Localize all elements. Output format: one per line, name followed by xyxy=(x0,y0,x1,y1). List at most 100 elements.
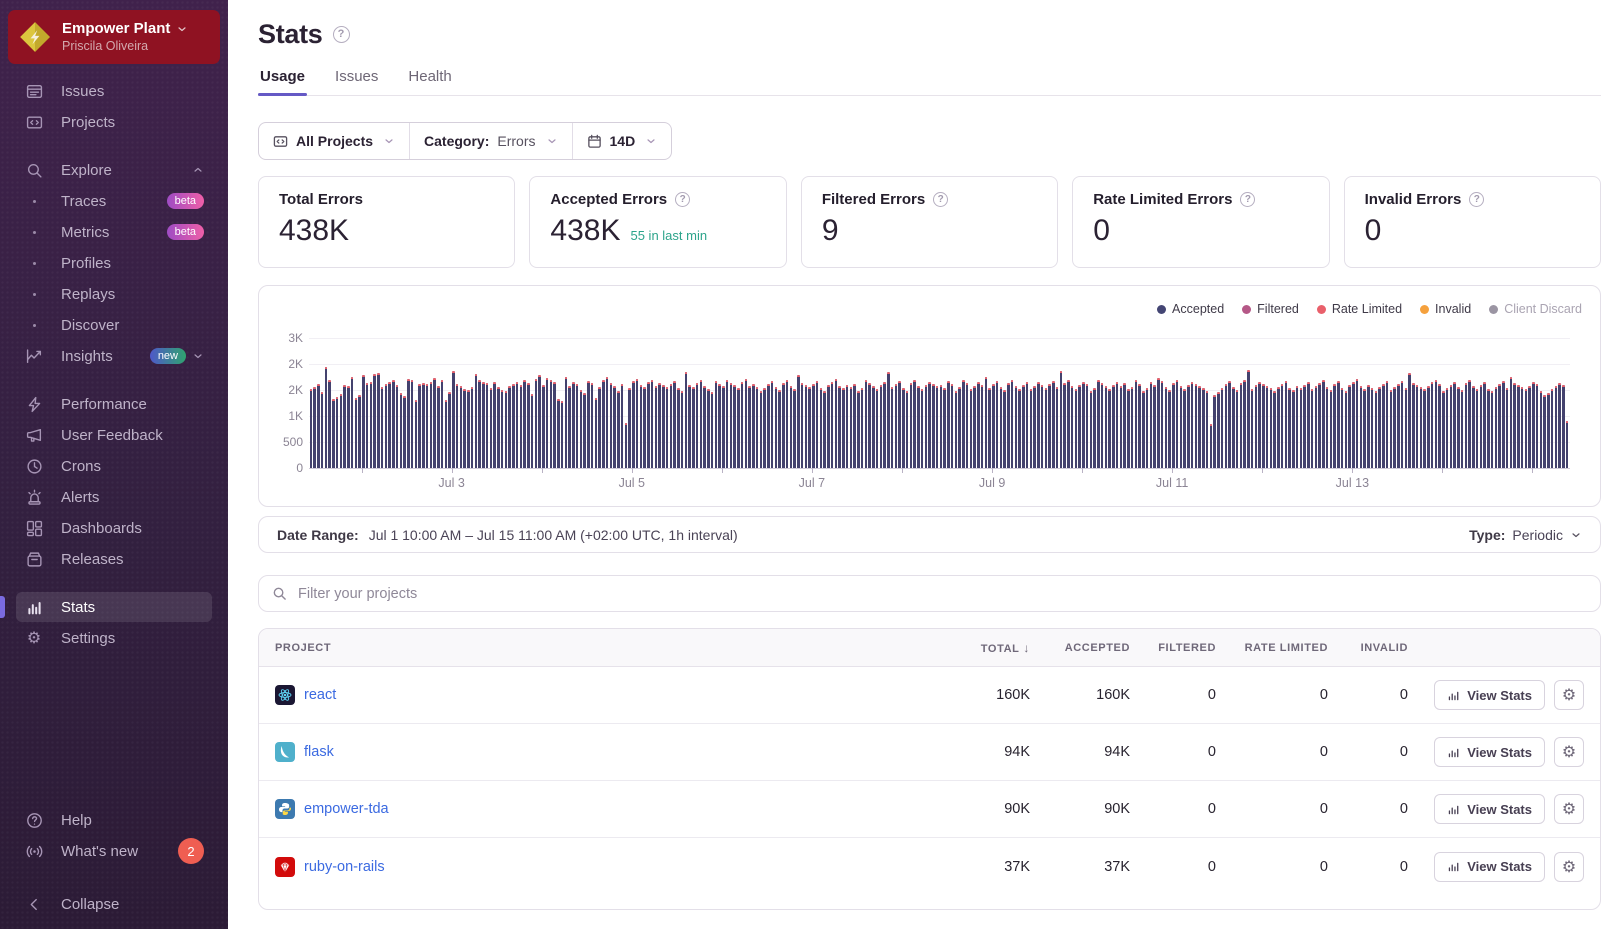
tab-issues[interactable]: Issues xyxy=(333,68,380,95)
chart-bar xyxy=(576,384,578,468)
project-link[interactable]: empower-tda xyxy=(304,801,389,817)
rate-limited-cap xyxy=(925,385,927,387)
sidebar-item-traces[interactable]: Tracesbeta xyxy=(16,186,212,216)
view-stats-button[interactable]: View Stats xyxy=(1434,737,1545,767)
rate-limited-cap xyxy=(715,381,717,383)
sidebar-item-explore[interactable]: Explore xyxy=(16,155,212,185)
rate-limited-cap xyxy=(1502,381,1504,383)
project-selector[interactable]: All Projects xyxy=(259,123,409,159)
rate-limited-cap xyxy=(985,377,987,379)
chart-bar xyxy=(332,399,334,468)
insights-icon xyxy=(24,346,44,366)
help-icon[interactable]: ? xyxy=(1469,192,1484,207)
rate-limited-cap xyxy=(486,383,488,385)
sidebar-item-releases[interactable]: Releases xyxy=(16,544,212,574)
sidebar-item-replays[interactable]: Replays xyxy=(16,279,212,309)
sidebar-item-user-feedback[interactable]: User Feedback xyxy=(16,420,212,450)
date-range-value: 14D xyxy=(610,133,636,149)
x-tick xyxy=(1532,468,1533,473)
sidebar-item-help[interactable]: Help xyxy=(16,805,212,835)
chart-bar xyxy=(557,399,559,468)
sidebar-item-insights[interactable]: Insightsnew xyxy=(16,341,212,371)
chart-bar xyxy=(786,380,788,468)
project-settings-button[interactable]: ⚙ xyxy=(1554,680,1584,710)
chart-bar xyxy=(640,385,642,468)
project-settings-button[interactable]: ⚙ xyxy=(1554,852,1584,882)
column-header-total[interactable]: TOTAL ↓ xyxy=(938,641,1030,655)
help-icon[interactable]: ? xyxy=(933,192,948,207)
tab-health[interactable]: Health xyxy=(406,68,453,95)
sidebar-item-projects[interactable]: Projects xyxy=(16,107,212,137)
type-selector[interactable]: Type: Periodic xyxy=(1469,527,1582,543)
column-header-filtered[interactable]: FILTERED xyxy=(1130,642,1216,654)
sidebar-item-stats[interactable]: Stats xyxy=(16,592,212,622)
legend-item-invalid[interactable]: Invalid xyxy=(1420,302,1471,316)
help-icon[interactable]: ? xyxy=(1240,192,1255,207)
project-settings-button[interactable]: ⚙ xyxy=(1554,794,1584,824)
chart-bar xyxy=(1528,386,1530,468)
rate-limited-cap xyxy=(1442,391,1444,393)
rate-limited-cap xyxy=(1330,390,1332,392)
project-link[interactable]: react xyxy=(304,687,336,703)
sidebar-item-profiles[interactable]: Profiles xyxy=(16,248,212,278)
rate-limited-cap xyxy=(602,380,604,382)
sidebar-item-metrics[interactable]: Metricsbeta xyxy=(16,217,212,247)
help-icon[interactable]: ? xyxy=(675,192,690,207)
sidebar-item-discover[interactable]: Discover xyxy=(16,310,212,340)
column-header-accepted[interactable]: ACCEPTED xyxy=(1030,642,1130,654)
project-link[interactable]: flask xyxy=(304,744,334,760)
card-title: Filtered Errors xyxy=(822,191,925,208)
column-header-invalid[interactable]: INVALID xyxy=(1328,642,1408,654)
rate-limited-cap xyxy=(1540,391,1542,393)
tab-usage[interactable]: Usage xyxy=(258,68,307,95)
card-title: Rate Limited Errors xyxy=(1093,191,1232,208)
chart-bar xyxy=(396,385,398,468)
sidebar-item-label: Help xyxy=(61,812,92,829)
page-title: Stats xyxy=(258,19,323,50)
chart-bar xyxy=(763,388,765,468)
collapse-button[interactable]: Collapse xyxy=(16,889,212,919)
project-settings-button[interactable]: ⚙ xyxy=(1554,737,1584,767)
project-link[interactable]: ruby-on-rails xyxy=(304,859,385,875)
chart-bar xyxy=(711,392,713,468)
rate-limited-cap xyxy=(1528,386,1530,388)
org-switcher[interactable]: Empower Plant Priscila Oliveira xyxy=(8,10,220,64)
rate-limited-cap xyxy=(876,389,878,391)
chart-bar xyxy=(1232,387,1234,468)
rate-limited-cap xyxy=(681,391,683,393)
category-selector[interactable]: Category: Errors xyxy=(409,123,571,159)
sidebar-item-alerts[interactable]: Alerts xyxy=(16,482,212,512)
column-header-project[interactable]: PROJECT xyxy=(275,642,938,654)
legend-item-accepted[interactable]: Accepted xyxy=(1157,302,1224,316)
sidebar-item-settings[interactable]: ⚙Settings xyxy=(16,623,212,653)
date-range-selector[interactable]: 14D xyxy=(572,123,672,159)
sidebar-item-performance[interactable]: Performance xyxy=(16,389,212,419)
rate-limited-cap xyxy=(850,387,852,389)
sidebar-item-crons[interactable]: Crons xyxy=(16,451,212,481)
rate-limited-cap xyxy=(325,367,327,369)
rate-limited-cap xyxy=(452,371,454,373)
chart-bar xyxy=(662,385,664,468)
rate-limited-cap xyxy=(1532,382,1534,384)
chart-bar xyxy=(643,387,645,468)
view-stats-button[interactable]: View Stats xyxy=(1434,794,1545,824)
view-stats-button[interactable]: View Stats xyxy=(1434,852,1545,882)
rate-limited-cap xyxy=(1393,387,1395,389)
project-filter-input[interactable] xyxy=(296,585,1587,603)
column-header-rate-limited[interactable]: RATE LIMITED xyxy=(1216,642,1328,654)
chart-bar xyxy=(632,381,634,468)
rate-limited-cap xyxy=(1420,387,1422,389)
legend-item-rate-limited[interactable]: Rate Limited xyxy=(1317,302,1402,316)
view-stats-button[interactable]: View Stats xyxy=(1434,680,1545,710)
legend-item-client-discard[interactable]: Client Discard xyxy=(1489,302,1582,316)
chart-bar xyxy=(1420,387,1422,468)
chart-bar xyxy=(853,384,855,468)
rate-limited-cap xyxy=(1431,382,1433,384)
legend-item-filtered[interactable]: Filtered xyxy=(1242,302,1299,316)
rate-limited-cap xyxy=(628,388,630,390)
page-help-icon[interactable]: ? xyxy=(333,26,350,43)
sidebar-item-dashboards[interactable]: Dashboards xyxy=(16,513,212,543)
sidebar-item-what-s-new[interactable]: What's new2 xyxy=(16,836,212,866)
sidebar-item-label: Alerts xyxy=(61,489,99,506)
sidebar-item-issues[interactable]: Issues xyxy=(16,76,212,106)
